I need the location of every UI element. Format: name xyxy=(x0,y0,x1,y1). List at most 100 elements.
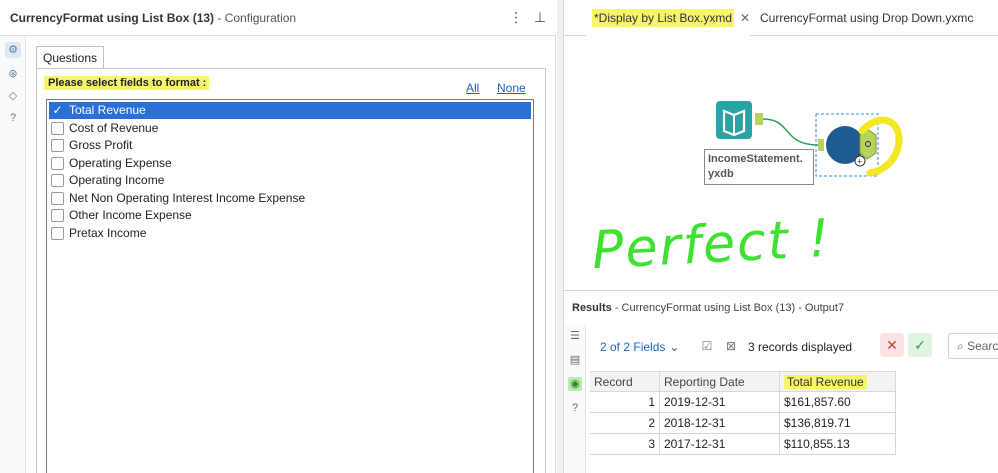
output-anchor[interactable] xyxy=(755,113,763,125)
checkbox[interactable] xyxy=(51,191,64,205)
table-cell: 2019-12-31 xyxy=(660,392,780,413)
records-count: 3 records displayed xyxy=(748,340,853,354)
input-anchor[interactable] xyxy=(818,139,824,151)
table-cell: 2018-12-31 xyxy=(660,413,780,434)
results-source: - CurrencyFormat using List Box (13) - O… xyxy=(614,302,845,314)
configuration-header: CurrencyFormat using List Box (13) - Con… xyxy=(0,0,556,36)
column-header-label: Total Revenue xyxy=(784,375,867,389)
search-input[interactable]: ⌕ Search xyxy=(948,333,998,359)
select-all-link[interactable]: All xyxy=(466,81,479,95)
table-icon[interactable]: ▤ xyxy=(568,353,582,367)
tab-label: *Display by List Box.yxmd xyxy=(592,9,735,27)
results-title: Results - CurrencyFormat using List Box … xyxy=(572,302,844,314)
connection-line[interactable] xyxy=(762,118,819,146)
checkbox[interactable] xyxy=(51,139,64,152)
table-cell: 2017-12-31 xyxy=(660,434,780,455)
checkbox[interactable] xyxy=(51,174,64,187)
input-data-tool[interactable] xyxy=(716,101,763,139)
cell-value: 2018-12-31 xyxy=(664,416,726,430)
configuration-panel: CurrencyFormat using List Box (13) - Con… xyxy=(0,0,556,473)
deselect-icon[interactable]: ⊠ xyxy=(724,339,738,353)
workflow-canvas[interactable]: + IncomeStatement. yxdb Perfect ! xyxy=(564,37,998,289)
field-label: Gross Profit xyxy=(69,138,133,152)
checkbox[interactable] xyxy=(51,156,64,170)
macro-tool[interactable]: + xyxy=(815,113,903,177)
results-toolbar: 2 of 2 Fields ⌄ ☑ ⊠ 3 records displayed ✕… xyxy=(590,325,998,369)
menu-icon[interactable]: ⋮ xyxy=(508,8,524,26)
configuration-title: CurrencyFormat using List Box (13) - Con… xyxy=(10,11,296,25)
table-cell: 3 xyxy=(590,434,660,455)
field-label: Net Non Operating Interest Income Expens… xyxy=(69,190,306,205)
table-cell: $136,819.71 xyxy=(780,413,896,434)
results-panel: Results - CurrencyFormat using List Box … xyxy=(564,290,998,473)
list-item[interactable]: Other Income Expense xyxy=(49,207,531,224)
handwritten-annotation: Perfect ! xyxy=(590,208,833,282)
table-cell: 2 xyxy=(590,413,660,434)
checkbox[interactable] xyxy=(51,226,64,240)
field-select-prompt: Please select fields to format : xyxy=(44,76,210,90)
fields-label: 2 of 2 Fields xyxy=(600,340,666,354)
table-header-row: Record Reporting Date Total Revenue xyxy=(590,371,896,392)
checkbox[interactable] xyxy=(51,209,64,222)
list-item[interactable]: Operating Expense xyxy=(49,155,531,172)
apply-button[interactable]: ✓ xyxy=(908,333,932,357)
browse-view-icon[interactable]: ◉ xyxy=(568,377,582,391)
tool-name: CurrencyFormat using List Box (13) xyxy=(10,11,215,25)
field-list-box[interactable]: ✓ Total Revenue Cost of Revenue Gross Profi… xyxy=(46,99,534,473)
cancel-button[interactable]: ✕ xyxy=(880,333,904,357)
configuration-side-rail: ⚙ ⊛ ◇ ? xyxy=(0,36,26,473)
edit-checkbox-icon[interactable]: ☑ xyxy=(700,339,714,353)
cell-value: $110,855.13 xyxy=(784,437,850,451)
cell-value: $136,819.71 xyxy=(784,416,851,430)
tag-icon[interactable]: ◇ xyxy=(5,88,21,104)
settings-circle-icon[interactable]: ⊛ xyxy=(5,66,21,82)
list-item[interactable]: Cost of Revenue xyxy=(49,120,531,137)
gear-icon[interactable]: ⚙ xyxy=(5,42,21,58)
select-none-link[interactable]: None xyxy=(497,81,526,95)
input-tool-label: IncomeStatement. yxdb xyxy=(704,149,814,185)
field-label: Cost of Revenue xyxy=(69,120,159,135)
tab-display-by-list-box[interactable]: *Display by List Box.yxmd ✕ xyxy=(586,0,751,36)
list-item[interactable]: Operating Income xyxy=(49,172,531,189)
column-header-label: Record xyxy=(594,375,633,389)
cell-value: $161,857.60 xyxy=(784,395,851,409)
results-heading: Results xyxy=(572,302,612,314)
list-item[interactable]: Pretax Income xyxy=(49,225,531,242)
column-header[interactable]: Record xyxy=(590,371,660,392)
table-cell: $110,855.13 xyxy=(780,434,896,455)
tab-questions[interactable]: Questions xyxy=(36,46,104,69)
cell-value: 1 xyxy=(648,395,655,409)
pin-icon[interactable]: ⊥ xyxy=(532,8,548,26)
checkbox[interactable] xyxy=(51,121,64,135)
tab-currency-format-drop-down[interactable]: CurrencyFormat using Drop Down.yxmc xyxy=(754,0,973,36)
cell-value: 2019-12-31 xyxy=(664,395,726,409)
table-row: 3 2017-12-31 $110,855.13 xyxy=(590,434,896,455)
help-icon[interactable]: ? xyxy=(5,110,21,126)
list-icon[interactable]: ☰ xyxy=(568,329,582,343)
input-tool-filename: IncomeStatement. yxdb xyxy=(708,153,803,180)
list-item[interactable]: Net Non Operating Interest Income Expens… xyxy=(49,190,531,207)
help-icon[interactable]: ? xyxy=(568,401,582,415)
search-placeholder: Search xyxy=(967,339,998,353)
fields-dropdown[interactable]: 2 of 2 Fields ⌄ xyxy=(600,340,679,354)
list-item[interactable]: Gross Profit xyxy=(49,137,531,154)
cell-value: 2 xyxy=(648,416,655,430)
panel-splitter[interactable] xyxy=(557,0,564,473)
close-icon[interactable]: ✕ xyxy=(740,0,750,36)
field-label: Other Income Expense xyxy=(69,208,192,222)
column-header[interactable]: Total Revenue xyxy=(780,371,896,392)
column-header[interactable]: Reporting Date xyxy=(660,371,780,392)
field-label: Total Revenue xyxy=(69,103,146,117)
field-label: Operating Income xyxy=(69,173,165,187)
search-icon: ⌕ xyxy=(957,339,964,353)
tab-label: CurrencyFormat using Drop Down.yxmc xyxy=(760,11,974,25)
field-label: Pretax Income xyxy=(69,225,147,240)
results-side-rail: ☰ ▤ ◉ ? xyxy=(564,325,586,473)
table-row: 2 2018-12-31 $136,819.71 xyxy=(590,413,896,434)
cell-value: 2017-12-31 xyxy=(664,437,726,451)
checked-checkbox[interactable]: ✓ xyxy=(51,104,64,117)
list-item[interactable]: ✓ Total Revenue xyxy=(49,102,531,119)
document-tabs: *Display by List Box.yxmd ✕ CurrencyForma… xyxy=(564,0,998,36)
add-glyph: + xyxy=(857,157,862,167)
field-label: Operating Expense xyxy=(69,155,172,170)
